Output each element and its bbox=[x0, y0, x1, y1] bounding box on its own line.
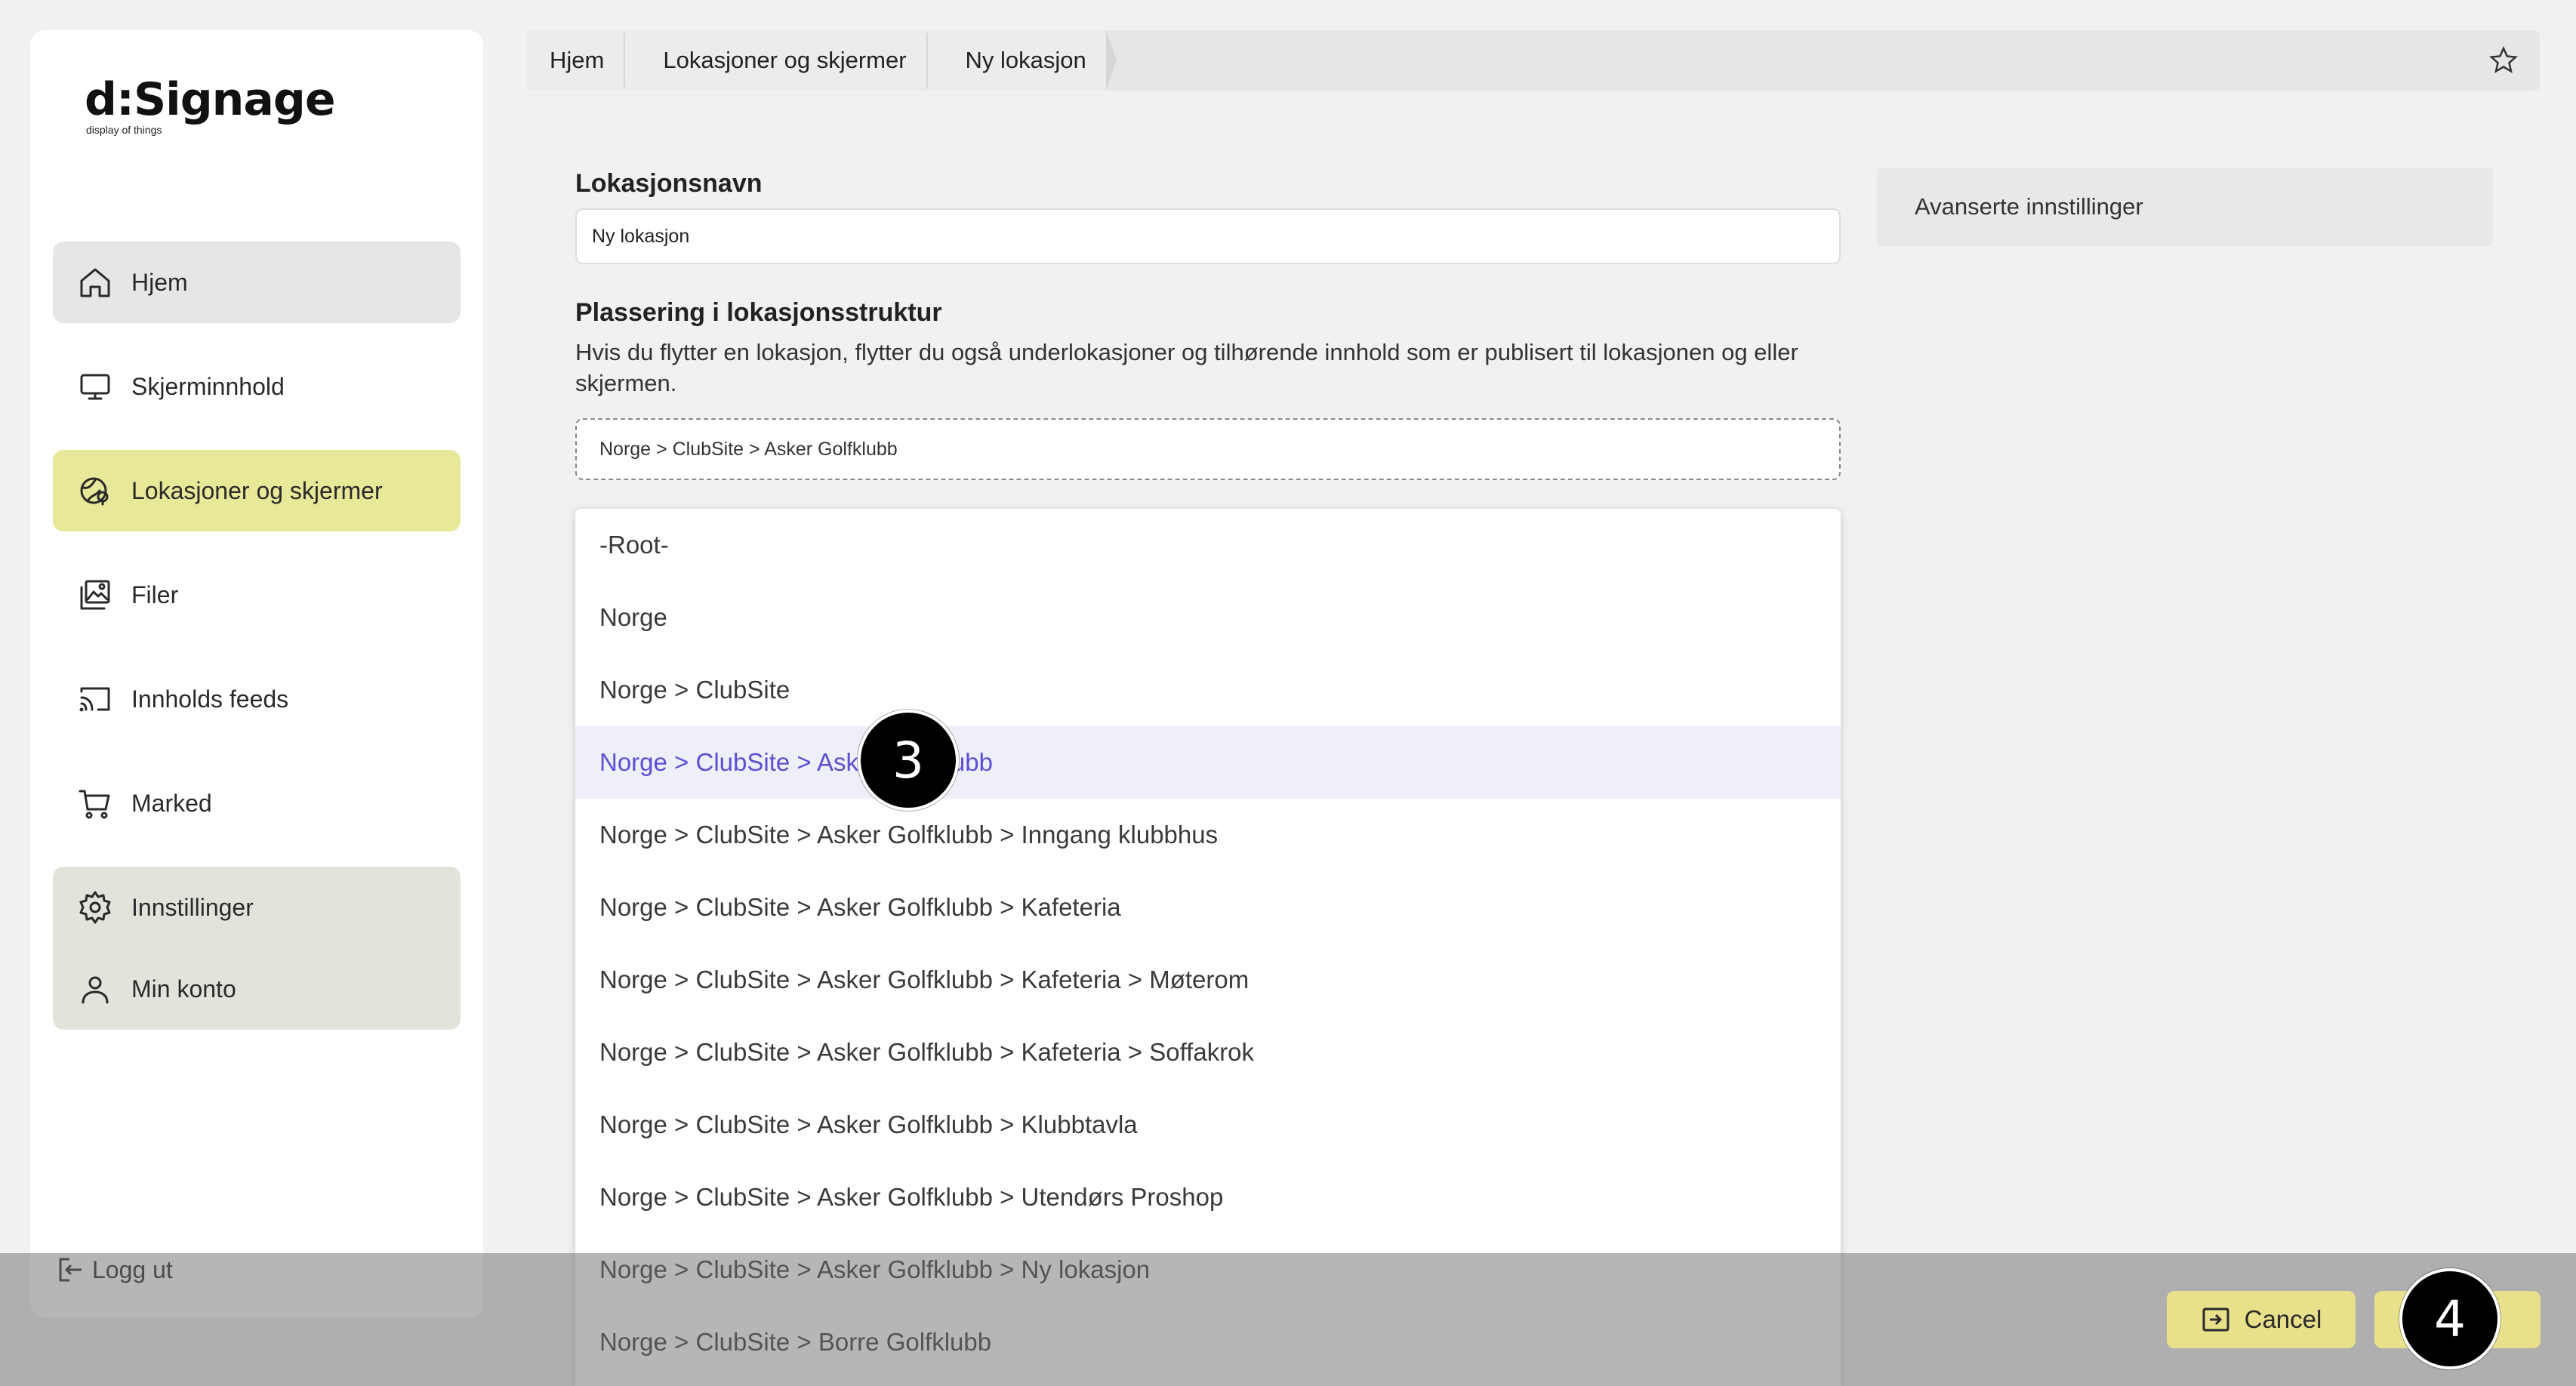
dropdown-option[interactable]: Norge bbox=[575, 581, 1841, 654]
images-icon bbox=[75, 575, 115, 614]
location-name-label: Lokasjonsnavn bbox=[575, 169, 763, 198]
sidebar-item-label: Lokasjoner og skjermer bbox=[131, 476, 383, 504]
sidebar-item-home[interactable]: Hjem bbox=[53, 242, 461, 323]
cart-icon bbox=[75, 784, 115, 823]
dropdown-option-selected[interactable]: Norge > ClubSite > Asker Golfklubb bbox=[575, 726, 1841, 799]
placement-label: Plassering i lokasjonsstruktur bbox=[575, 298, 942, 327]
location-name-input[interactable] bbox=[575, 208, 1841, 264]
cancel-label: Cancel bbox=[2244, 1305, 2322, 1333]
placement-select-value: Norge > ClubSite > Asker Golfklubb bbox=[599, 438, 898, 460]
dropdown-option[interactable]: Norge > ClubSite > Asker Golfklubb > Ny … bbox=[575, 1234, 1841, 1306]
sidebar-item-my-account[interactable]: Min konto bbox=[53, 948, 461, 1030]
dropdown-option[interactable]: Norge > ClubSite bbox=[575, 654, 1841, 726]
dropdown-option[interactable]: Norge > ClubSite > Asker Golfklubb > Kaf… bbox=[575, 944, 1841, 1016]
dropdown-option[interactable]: Norge > ClubSite > Asker Golfklubb > Kaf… bbox=[575, 871, 1841, 944]
logout-label: Logg ut bbox=[92, 1255, 173, 1283]
cast-icon bbox=[75, 679, 115, 719]
location-icon bbox=[75, 471, 115, 510]
advanced-settings-panel[interactable]: Avanserte innstillinger bbox=[1877, 168, 2493, 246]
sidebar-item-screen-content[interactable]: Skjerminnhold bbox=[53, 346, 461, 427]
sidebar-item-label: Skjerminnhold bbox=[131, 372, 285, 400]
settings-group: Innstillinger Min konto bbox=[53, 867, 461, 1030]
home-icon bbox=[75, 263, 115, 302]
sidebar-item-settings[interactable]: Innstillinger bbox=[53, 867, 461, 948]
dropdown-option[interactable]: Norge > ClubSite > Asker Golfklubb > Ute… bbox=[575, 1161, 1841, 1234]
cancel-button[interactable]: Cancel bbox=[2167, 1291, 2356, 1348]
sidebar-item-label: Min konto bbox=[131, 975, 236, 1003]
sidebar-item-label: Innholds feeds bbox=[131, 685, 289, 713]
sidebar-item-label: Hjem bbox=[131, 268, 188, 296]
breadcrumb: Hjem Lokasjoner og skjermer Ny lokasjon bbox=[527, 30, 2540, 91]
sidebar-item-files[interactable]: Filer bbox=[53, 554, 461, 636]
star-icon[interactable] bbox=[2488, 45, 2519, 75]
monitor-icon bbox=[75, 367, 115, 406]
logo-text: d:Signage bbox=[85, 73, 336, 126]
sidebar-item-content-feeds[interactable]: Innholds feeds bbox=[53, 658, 461, 740]
breadcrumb-new-location[interactable]: Ny lokasjon bbox=[927, 30, 1117, 91]
gear-icon bbox=[75, 888, 115, 927]
logout-button[interactable]: Logg ut bbox=[54, 1253, 173, 1286]
dropdown-option[interactable]: -Root- bbox=[575, 509, 1841, 581]
user-icon bbox=[75, 969, 115, 1009]
breadcrumb-locations[interactable]: Lokasjoner og skjermer bbox=[625, 30, 937, 91]
advanced-settings-label: Avanserte innstillinger bbox=[1915, 193, 2143, 220]
sidebar-item-label: Marked bbox=[131, 789, 212, 817]
logout-icon bbox=[59, 1258, 82, 1282]
dropdown-option[interactable]: Norge > ClubSite > Asker Golfklubb > Kaf… bbox=[575, 1016, 1841, 1089]
sidebar-item-label: Filer bbox=[131, 581, 179, 608]
sidebar-item-label: Innstillinger bbox=[131, 893, 254, 921]
step-marker-3: 3 bbox=[858, 710, 959, 811]
dropdown-option[interactable]: Norge > ClubSite > Asker Golfklubb > Inn… bbox=[575, 799, 1841, 871]
breadcrumb-home[interactable]: Hjem bbox=[527, 30, 635, 91]
placement-select[interactable]: Norge > ClubSite > Asker Golfklubb bbox=[575, 418, 1841, 480]
logo[interactable]: d:Signage display of things bbox=[85, 73, 336, 136]
exit-icon bbox=[2202, 1307, 2229, 1332]
step-marker-4: 4 bbox=[2399, 1268, 2501, 1369]
dropdown-option[interactable]: Norge > ClubSite > Asker Golfklubb > Klu… bbox=[575, 1089, 1841, 1161]
sidebar-item-locations[interactable]: Lokasjoner og skjermer bbox=[53, 450, 461, 531]
placement-help-text: Hvis du flytter en lokasjon, flytter du … bbox=[575, 339, 1798, 396]
placement-dropdown-list[interactable]: -Root- Norge Norge > ClubSite Norge > Cl… bbox=[575, 509, 1841, 1386]
sidebar: d:Signage display of things Hjem Skjermi… bbox=[30, 30, 483, 1318]
sidebar-item-market[interactable]: Marked bbox=[53, 762, 461, 844]
dropdown-option[interactable]: Norge > ClubSite > Borre Golfklubb bbox=[575, 1306, 1841, 1378]
